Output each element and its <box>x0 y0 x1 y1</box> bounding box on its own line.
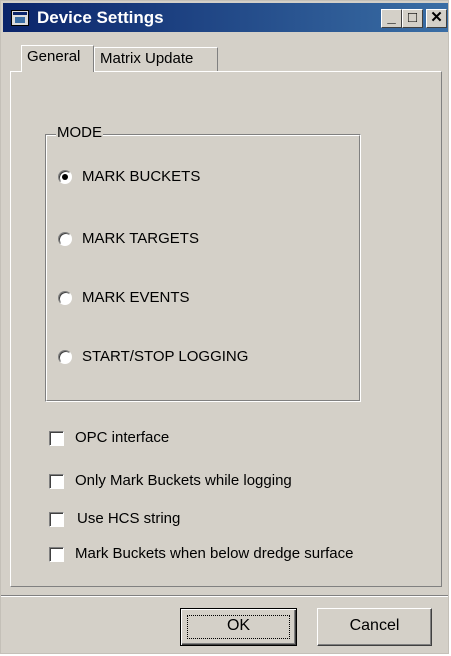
window-title: Device Settings <box>37 8 164 27</box>
radio-mark-targets[interactable] <box>58 232 72 246</box>
button-separator <box>1 595 448 597</box>
checkbox-mark-buckets-below-dredge-surface[interactable] <box>49 547 64 562</box>
title-bar[interactable]: Device Settings _ □ ✕ <box>3 3 448 32</box>
checkbox-use-hcs-string[interactable] <box>49 512 64 527</box>
checkbox-mark-buckets-below-dredge-surface-label[interactable]: Mark Buckets when below dredge surface <box>75 544 353 564</box>
checkbox-opc-interface-label[interactable]: OPC interface <box>75 428 169 448</box>
radio-start-stop-logging-label[interactable]: START/STOP LOGGING <box>82 347 248 367</box>
tab-general[interactable]: General <box>21 45 94 72</box>
mode-group-label: MODE <box>56 123 103 143</box>
device-settings-window: Device Settings _ □ ✕ General Matrix Upd… <box>0 0 449 654</box>
radio-mark-events-label[interactable]: MARK EVENTS <box>82 288 190 308</box>
tab-matrix-update-label: Matrix Update <box>100 50 194 67</box>
ok-button[interactable]: OK <box>180 608 297 646</box>
checkbox-only-mark-buckets-while-logging[interactable] <box>49 474 64 489</box>
close-icon: ✕ <box>430 9 443 26</box>
radio-mark-events[interactable] <box>58 291 72 305</box>
app-icon <box>11 10 29 26</box>
close-button[interactable]: ✕ <box>426 9 447 28</box>
maximize-button[interactable]: □ <box>402 9 423 28</box>
radio-mark-targets-label[interactable]: MARK TARGETS <box>82 229 199 249</box>
cancel-button[interactable]: Cancel <box>317 608 432 646</box>
tab-matrix-update[interactable]: Matrix Update <box>94 47 218 71</box>
checkbox-opc-interface[interactable] <box>49 431 64 446</box>
cancel-button-label: Cancel <box>349 617 400 634</box>
minimize-icon: _ <box>387 9 396 26</box>
minimize-button[interactable]: _ <box>381 9 402 28</box>
radio-mark-buckets-label[interactable]: MARK BUCKETS <box>82 167 200 187</box>
radio-start-stop-logging[interactable] <box>58 350 72 364</box>
checkbox-only-mark-buckets-while-logging-label[interactable]: Only Mark Buckets while logging <box>75 471 292 491</box>
radio-mark-buckets[interactable] <box>58 170 72 184</box>
maximize-icon: □ <box>407 9 418 26</box>
checkbox-use-hcs-string-label[interactable]: Use HCS string <box>77 509 180 529</box>
ok-button-label: OK <box>226 617 251 634</box>
tab-general-label: General <box>27 48 81 65</box>
